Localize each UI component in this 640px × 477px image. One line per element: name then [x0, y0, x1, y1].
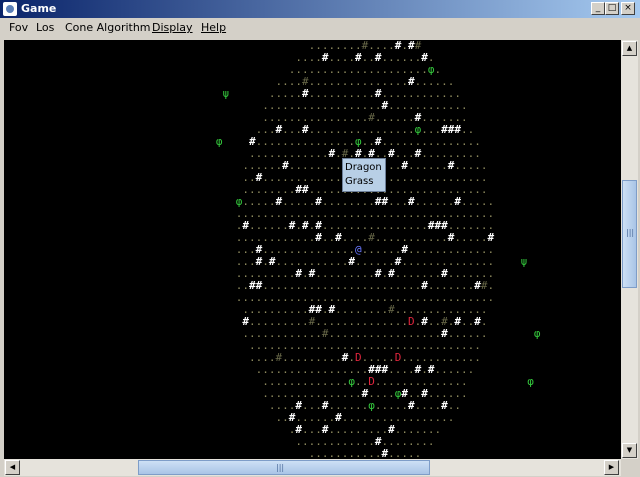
- horizontal-scrollbar[interactable]: ◀ ||| ▶: [4, 459, 621, 476]
- close-button[interactable]: ×: [621, 2, 635, 15]
- horizontal-thumb-grip: |||: [276, 463, 285, 472]
- minimize-button[interactable]: _: [591, 2, 605, 15]
- menu-los[interactable]: Los: [36, 21, 54, 34]
- game-map-canvas[interactable]: ........#....#.## ....#....#..#......#. …: [4, 40, 621, 459]
- window-title: Game: [21, 2, 57, 15]
- menu-fov[interactable]: Fov: [9, 21, 28, 34]
- hover-tooltip: Dragon Grass: [342, 158, 386, 192]
- horizontal-scroll-thumb[interactable]: |||: [138, 460, 430, 475]
- map-grid: ........#....#.## ....#....#..#......#. …: [4, 40, 541, 459]
- tooltip-monster-name: Dragon: [345, 162, 382, 173]
- scrollbar-corner: [621, 459, 638, 476]
- tooltip-terrain-name: Grass: [345, 176, 374, 187]
- vertical-scrollbar[interactable]: ▲ ||| ▼: [621, 40, 638, 460]
- menu-cone-algorithm[interactable]: Cone Algorithm: [65, 21, 151, 34]
- menu-display[interactable]: Display: [152, 21, 193, 34]
- scroll-right-button[interactable]: ▶: [604, 460, 619, 475]
- scroll-up-button[interactable]: ▲: [622, 41, 637, 56]
- menu-bar: Fov Los Cone Algorithm Display Help: [0, 18, 640, 38]
- vertical-thumb-grip: |||: [626, 228, 635, 237]
- app-icon: [3, 2, 17, 16]
- maximize-button[interactable]: □: [605, 2, 619, 15]
- vertical-scroll-thumb[interactable]: |||: [622, 180, 637, 288]
- scroll-left-button[interactable]: ◀: [5, 460, 20, 475]
- menu-help[interactable]: Help: [201, 21, 226, 34]
- scroll-down-button[interactable]: ▼: [622, 443, 637, 458]
- title-bar: Game _ □ ×: [0, 0, 640, 18]
